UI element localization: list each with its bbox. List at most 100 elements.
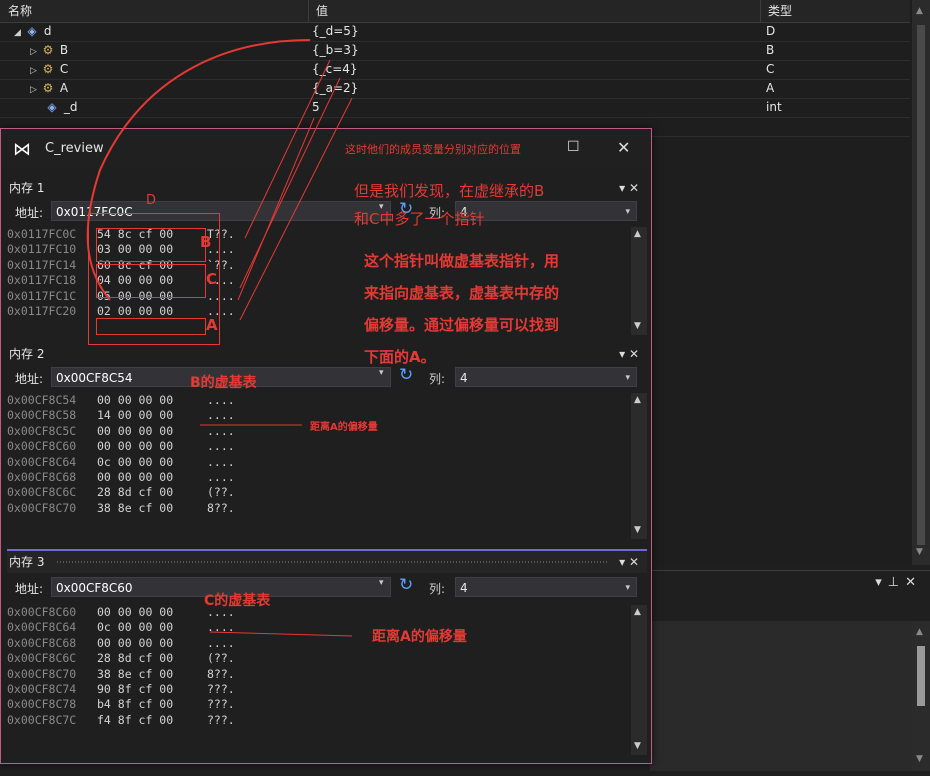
watch-row-c[interactable]: ▷ ⚙ C {_c=4} C (0, 60, 910, 80)
memory-line[interactable]: 0x00CF8C70 38 8e cf 00 8??. (7, 501, 627, 516)
memory-line[interactable]: 0x00CF8C6C 28 8d cf 00 (??. (7, 485, 627, 500)
scroll-up-icon[interactable]: ▲ (916, 627, 923, 637)
memory-bytes: 03 00 00 00 (97, 242, 174, 257)
chevron-down-icon[interactable]: ▾ (625, 578, 630, 598)
memory-line[interactable]: 0x00CF8C58 14 00 00 00.... (7, 408, 627, 423)
address-input[interactable]: 0x0117FC0C (51, 201, 391, 221)
pane-header[interactable]: 内存 3 ▾ ✕ (7, 549, 647, 573)
chevron-down-icon[interactable]: ▾ (625, 368, 630, 388)
panel-scrollbar[interactable]: ▲ ▼ (912, 621, 930, 771)
watch-value[interactable]: {_d=5} (312, 22, 359, 41)
memory-line[interactable]: 0x00CF8C5C 00 00 00 00.... (7, 424, 627, 439)
watch-row-d[interactable]: ◢ ◈ d {_d=5} D (0, 22, 910, 42)
memory-address: 0x00CF8C7C (7, 712, 77, 727)
watch-scrollbar[interactable]: ▲ ▼ (912, 0, 930, 565)
memory-line[interactable]: 0x00CF8C68 00 00 00 00.... (7, 636, 627, 651)
maximize-icon[interactable]: ☐ (567, 139, 580, 155)
pane-title: 内存 3 (9, 555, 45, 569)
address-label: 地址: (15, 372, 44, 386)
address-input[interactable]: 0x00CF8C60 (51, 577, 391, 597)
scroll-up-icon[interactable]: ▲ (634, 229, 641, 239)
pane-header[interactable]: 内存 2 ▾ ✕ (7, 343, 647, 365)
scroll-up-icon[interactable]: ▲ (634, 395, 641, 405)
memory-lines[interactable]: 0x00CF8C60 00 00 00 00.... 0x00CF8C64 0c 00… (7, 605, 627, 728)
memory-line[interactable]: 0x0117FC1C 05 00 00 00.... (7, 289, 627, 304)
dropdown-icon[interactable]: ▾ (619, 555, 625, 569)
watch-value[interactable]: {_b=3} (312, 41, 359, 60)
watch-row-b[interactable]: ▷ ⚙ B {_b=3} B (0, 41, 910, 61)
memory-line[interactable]: 0x00CF8C54 00 00 00 00.... (7, 393, 627, 408)
memory-line[interactable]: 0x00CF8C68 00 00 00 00.... (7, 470, 627, 485)
pane-scrollbar[interactable]: ▲ ▼ (631, 605, 647, 755)
drag-grip[interactable] (57, 561, 607, 563)
watch-row-a[interactable]: ▷ ⚙ A {_a=2} A (0, 79, 910, 99)
scroll-down-icon[interactable]: ▼ (634, 741, 641, 751)
memory-line[interactable]: 0x0117FC14 60 8c cf 00 `??. (7, 258, 627, 273)
panel-controls[interactable]: ▾⊥✕ (875, 575, 922, 590)
columns-select[interactable]: 4 ▾ (455, 577, 637, 597)
window-titlebar[interactable]: ⋈ C_review 这时他们的成员变量分别对应的位置 ☐ ✕ (1, 129, 651, 169)
watch-value[interactable]: 5 (312, 98, 320, 117)
pane-scrollbar[interactable]: ▲ ▼ (631, 227, 647, 335)
memory-line[interactable]: 0x00CF8C70 38 8e cf 00 8??. (7, 667, 627, 682)
memory-line[interactable]: 0x00CF8C78 b4 8f cf 00???. (7, 697, 627, 712)
memory-line[interactable]: 0x0117FC20 02 00 00 00.... (7, 304, 627, 319)
scroll-thumb[interactable] (917, 646, 925, 706)
address-input[interactable]: 0x00CF8C54 (51, 367, 391, 387)
watch-value[interactable]: {_c=4} (312, 60, 358, 79)
memory-line[interactable]: 0x0117FC18 04 00 00 00.... (7, 273, 627, 288)
refresh-icon[interactable]: ↻ (399, 365, 413, 385)
memory-lines[interactable]: 0x00CF8C54 00 00 00 00.... 0x00CF8C58 14 00… (7, 393, 627, 516)
dropdown-icon[interactable]: ▾ (619, 347, 625, 361)
dropdown-icon[interactable]: ▾ (875, 575, 888, 590)
refresh-icon[interactable]: ↻ (399, 575, 413, 595)
dropdown-icon[interactable]: ▾ (619, 181, 625, 195)
close-icon[interactable]: ✕ (629, 347, 639, 361)
memory-line[interactable]: 0x00CF8C7C f4 8f cf 00???. (7, 713, 627, 728)
columns-select[interactable]: 4 ▾ (455, 201, 637, 221)
scroll-down-icon[interactable]: ▼ (916, 754, 923, 764)
chevron-down-icon[interactable]: ▾ (379, 578, 384, 588)
memory-line[interactable]: 0x0117FC10 03 00 00 00.... (7, 242, 627, 257)
close-icon[interactable]: ✕ (629, 555, 639, 569)
column-header-value[interactable]: 值 (308, 0, 761, 22)
columns-select[interactable]: 4 ▾ (455, 367, 637, 387)
scroll-down-icon[interactable]: ▼ (634, 321, 641, 331)
close-icon[interactable]: ✕ (905, 575, 922, 590)
scroll-up-icon[interactable]: ▲ (916, 6, 923, 16)
scroll-down-icon[interactable]: ▼ (916, 547, 923, 557)
chevron-down-icon[interactable]: ▾ (379, 368, 384, 378)
memory-line[interactable]: 0x00CF8C60 00 00 00 00.... (7, 605, 627, 620)
watch-header: 名称 值 类型 (0, 0, 910, 23)
memory-line[interactable]: 0x00CF8C64 0c 00 00 00.... (7, 620, 627, 635)
column-header-name[interactable]: 名称 (0, 0, 309, 22)
column-header-type[interactable]: 类型 (760, 0, 910, 22)
memory-line[interactable]: 0x00CF8C74 90 8f cf 00???. (7, 682, 627, 697)
memory-line[interactable]: 0x0117FC0C 54 8c cf 00 T??. (7, 227, 627, 242)
memory-bytes: 00 00 00 00 (97, 393, 174, 407)
watch-type: D (766, 24, 776, 38)
close-icon[interactable]: ✕ (617, 138, 630, 157)
pane-controls[interactable]: ▾ ✕ (619, 177, 639, 199)
pane-controls[interactable]: ▾ ✕ (619, 551, 639, 573)
memory-line[interactable]: 0x00CF8C64 0c 00 00 00.... (7, 455, 627, 470)
memory-line[interactable]: 0x00CF8C6C 28 8d cf 00 (??. (7, 651, 627, 666)
chevron-down-icon[interactable]: ▾ (625, 202, 630, 222)
scroll-down-icon[interactable]: ▼ (634, 525, 641, 535)
pane-controls[interactable]: ▾ ✕ (619, 343, 639, 365)
memory-ascii: .... (207, 620, 235, 635)
memory-lines[interactable]: 0x0117FC0C 54 8c cf 00 T??. 0x0117FC10 03 00… (7, 227, 627, 319)
pane-scrollbar[interactable]: ▲ ▼ (631, 393, 647, 539)
chevron-down-icon[interactable]: ▾ (379, 202, 384, 212)
variable-icon: ◈ (27, 24, 37, 38)
memory-line[interactable]: 0x00CF8C60 00 00 00 00.... (7, 439, 627, 454)
close-icon[interactable]: ✕ (629, 181, 639, 195)
memory-ascii: T??. (207, 227, 235, 241)
pane-header[interactable]: 内存 1 ▾ ✕ (7, 177, 647, 199)
refresh-icon[interactable]: ↻ (399, 199, 413, 219)
watch-row-d-field[interactable]: ◈ _d 5 int (0, 98, 910, 118)
scroll-up-icon[interactable]: ▲ (634, 607, 641, 617)
scroll-thumb[interactable] (917, 25, 925, 545)
pin-icon[interactable]: ⊥ (888, 575, 905, 590)
watch-value[interactable]: {_a=2} (312, 79, 358, 98)
